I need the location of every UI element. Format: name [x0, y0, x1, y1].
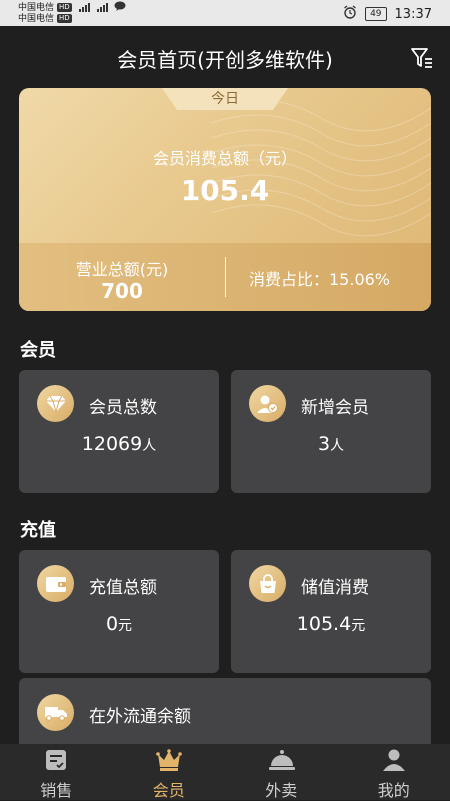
member-total-tile[interactable]: 会员总数 12069人 — [19, 370, 219, 493]
battery-icon: 49 — [365, 7, 386, 21]
recharge-section-title: 充值 — [20, 516, 56, 542]
status-bar: 中国电信 HD 中国电信 HD 49 13:37 — [0, 0, 450, 26]
summary-divider — [225, 257, 226, 297]
stored-consume-value: 105.4元 — [231, 613, 431, 635]
signal-icon — [79, 3, 90, 12]
stored-consume-tile[interactable]: 储值消费 105.4元 — [231, 550, 431, 673]
new-user-icon — [249, 385, 286, 422]
member-consume-amount: 105.4 — [19, 174, 431, 207]
new-member-tile[interactable]: 新增会员 3人 — [231, 370, 431, 493]
clipboard-icon — [43, 748, 69, 772]
consume-ratio: 消费占比：15.06% — [249, 266, 390, 290]
member-total-unit: 人 — [142, 438, 156, 454]
member-consume-label: 会员消费总额（元） — [19, 145, 431, 169]
member-total-number: 12069 — [82, 433, 142, 455]
carrier-name-2: 中国电信 — [18, 14, 54, 24]
stored-consume-label: 储值消费 — [301, 573, 369, 598]
revenue-value: 700 — [19, 279, 225, 303]
bottom-nav: 销售 会员 外卖 我的 — [0, 744, 450, 800]
filter-icon[interactable] — [410, 46, 434, 70]
stored-consume-unit: 元 — [351, 618, 365, 634]
wallet-icon — [37, 565, 74, 602]
person-icon — [381, 748, 407, 772]
revenue-label: 营业总额(元) — [19, 256, 225, 280]
nav-item-mine[interactable]: 我的 — [338, 744, 450, 800]
recharge-total-value: 0元 — [19, 613, 219, 635]
nav-item-member[interactable]: 会员 — [113, 744, 226, 800]
diamond-icon — [37, 385, 74, 422]
crown-icon — [156, 748, 182, 772]
today-summary-card: 今日 会员消费总额（元） 105.4 营业总额(元) 700 消费占比：15.0… — [19, 88, 431, 311]
app-header: 会员首页(开创多维软件) — [0, 26, 450, 88]
today-tab[interactable]: 今日 — [162, 88, 288, 110]
circulation-balance-tile[interactable]: 在外流通余额 — [19, 678, 431, 748]
member-total-label: 会员总数 — [89, 393, 157, 418]
circulation-balance-label: 在外流通余额 — [89, 702, 191, 727]
new-member-value: 3人 — [231, 433, 431, 455]
new-member-label: 新增会员 — [301, 393, 369, 418]
nav-label-mine: 我的 — [338, 777, 450, 801]
new-member-unit: 人 — [330, 438, 344, 454]
status-right: 49 13:37 — [343, 5, 432, 23]
nav-item-takeout[interactable]: 外卖 — [225, 744, 338, 800]
alarm-icon — [343, 5, 357, 23]
nav-label-member: 会员 — [113, 777, 226, 801]
shopping-bag-icon — [249, 565, 286, 602]
carrier-name-1: 中国电信 — [18, 3, 54, 13]
hd-badge-1: HD — [57, 3, 72, 12]
recharge-total-label: 充值总额 — [89, 573, 157, 598]
member-total-value: 12069人 — [19, 433, 219, 455]
truck-icon — [37, 694, 74, 731]
nav-label-takeout: 外卖 — [225, 777, 338, 801]
page-title: 会员首页(开创多维软件) — [0, 44, 450, 73]
hd-badge-2: HD — [57, 14, 72, 23]
member-section-title: 会员 — [20, 336, 56, 362]
nav-item-sales[interactable]: 销售 — [0, 744, 113, 800]
carrier-info: 中国电信 HD 中国电信 HD — [18, 2, 126, 24]
recharge-total-tile[interactable]: 充值总额 0元 — [19, 550, 219, 673]
summary-lower-band: 营业总额(元) 700 消费占比：15.06% — [19, 243, 431, 311]
cloche-icon — [268, 748, 294, 772]
stored-consume-number: 105.4 — [297, 613, 351, 635]
clock: 13:37 — [395, 7, 432, 22]
signal-icon-2 — [97, 3, 108, 12]
recharge-total-number: 0 — [106, 613, 118, 635]
new-member-number: 3 — [318, 433, 330, 455]
recharge-total-unit: 元 — [118, 618, 132, 634]
chat-icon — [114, 1, 126, 14]
nav-label-sales: 销售 — [0, 777, 113, 801]
